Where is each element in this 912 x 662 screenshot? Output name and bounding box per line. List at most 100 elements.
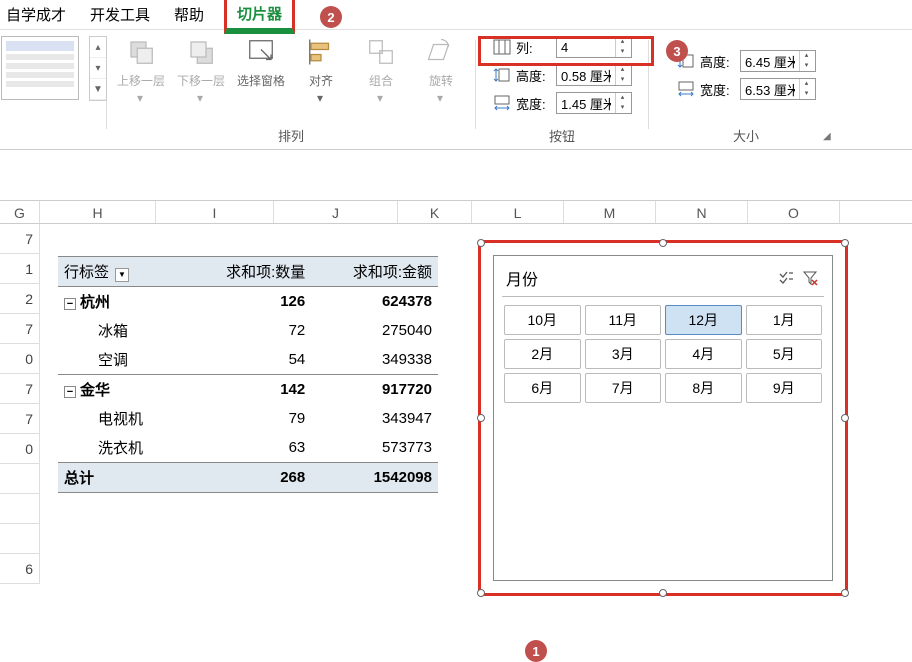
ribbon-group-styles: ▴ ▾ ▼ (4, 36, 104, 147)
row-header[interactable] (0, 464, 40, 494)
col-header[interactable]: J (274, 201, 398, 223)
resize-handle[interactable] (841, 414, 849, 422)
resize-handle[interactable] (841, 239, 849, 247)
chevron-up-icon[interactable]: ▴ (90, 37, 106, 58)
align-button[interactable]: 对齐▾ (295, 36, 347, 99)
pivot-header-qty: 求和项:数量 (185, 257, 312, 287)
selection-pane-icon (245, 36, 277, 68)
menu-bar: 自学成才 开发工具 帮助 切片器 (0, 0, 912, 30)
slicer-item[interactable]: 2月 (504, 339, 581, 369)
width-icon (676, 80, 696, 98)
group-label-size: 大小 (733, 124, 759, 147)
row-header[interactable]: 7 (0, 374, 40, 404)
group-label-arrange: 排列 (278, 124, 304, 147)
pivot-item-cell[interactable]: 洗衣机 (58, 433, 185, 463)
row-header[interactable]: 7 (0, 314, 40, 344)
row-header[interactable]: 1 (0, 254, 40, 284)
resize-handle[interactable] (659, 589, 667, 597)
pivot-table[interactable]: 行标签▼ 求和项:数量 求和项:金额 −杭州126624378 冰箱722750… (58, 256, 438, 493)
multi-select-icon[interactable] (776, 268, 796, 288)
slicer-item[interactable]: 3月 (585, 339, 662, 369)
pivot-group-cell[interactable]: −杭州 (58, 287, 185, 317)
filter-dropdown-icon[interactable]: ▼ (115, 268, 129, 282)
group-button[interactable]: 组合▾ (355, 36, 407, 99)
pivot-group-cell[interactable]: −金华 (58, 375, 185, 405)
rotate-button[interactable]: 旋转▾ (415, 36, 467, 99)
rotate-icon (425, 36, 457, 68)
columns-field: 列: ▴▾ (492, 36, 632, 58)
bring-forward-button[interactable]: 上移一层▾ (115, 36, 167, 99)
menu-item-0[interactable]: 自学成才 (2, 0, 70, 29)
row-header[interactable]: 2 (0, 284, 40, 314)
slicer-header: 月份 (502, 264, 824, 297)
slicer-item[interactable]: 11月 (585, 305, 662, 335)
col-header[interactable]: M (564, 201, 656, 223)
pivot-item-cell[interactable]: 电视机 (58, 404, 185, 433)
slicer-item[interactable]: 7月 (585, 373, 662, 403)
pivot-item-cell[interactable]: 空调 (58, 345, 185, 375)
worksheet[interactable]: G H I J K L M N O 7 1 2 7 0 7 7 0 6 行标签▼… (0, 200, 912, 646)
size-width-input[interactable]: ▴▾ (740, 78, 816, 100)
menu-item-1[interactable]: 开发工具 (86, 0, 154, 29)
selection-pane-button[interactable]: 选择窗格 (235, 36, 287, 89)
slicer-item[interactable]: 5月 (746, 339, 823, 369)
slicer-item[interactable]: 12月 (665, 305, 742, 335)
menu-item-2[interactable]: 帮助 (170, 0, 208, 29)
col-header[interactable]: O (748, 201, 840, 223)
slicer-style-preview[interactable] (1, 36, 79, 100)
resize-handle[interactable] (841, 589, 849, 597)
pivot-header-amt: 求和项:金额 (311, 257, 438, 287)
column-headers: G H I J K L M N O (0, 200, 912, 224)
align-icon (305, 36, 337, 68)
row-header[interactable]: 7 (0, 224, 40, 254)
row-header[interactable] (0, 524, 40, 554)
dialog-launcher[interactable]: ◢ (823, 131, 837, 145)
button-width-input[interactable]: ▴▾ (556, 92, 632, 114)
chevron-down-icon[interactable]: ▾ (90, 58, 106, 79)
callout-2: 2 (320, 6, 342, 28)
slicer-item[interactable]: 9月 (746, 373, 823, 403)
slicer-item[interactable]: 6月 (504, 373, 581, 403)
ribbon-group-arrange: 上移一层▾ 下移一层▾ 选择窗格 对齐▾ 组合▾ 旋转▾ (109, 36, 473, 147)
slicer-item[interactable]: 4月 (665, 339, 742, 369)
ribbon: ▴ ▾ ▼ 上移一层▾ 下移一层▾ 选择窗格 对齐▾ (0, 30, 912, 150)
slicer-title: 月份 (506, 266, 538, 290)
pivot-header-rowlabels[interactable]: 行标签▼ (58, 257, 185, 287)
more-icon[interactable]: ▼ (90, 79, 106, 100)
resize-handle[interactable] (477, 414, 485, 422)
button-height-input[interactable]: ▴▾ (556, 64, 632, 86)
group-icon (365, 36, 397, 68)
columns-input[interactable]: ▴▾ (556, 36, 632, 58)
size-height-input[interactable]: ▴▾ (740, 50, 816, 72)
send-backward-icon (185, 36, 217, 68)
callout-1: 1 (525, 640, 547, 662)
row-header[interactable]: 0 (0, 344, 40, 374)
resize-handle[interactable] (477, 239, 485, 247)
slicer-items: 10月11月12月1月 2月3月4月5月 6月7月8月9月 (502, 297, 824, 411)
send-backward-button[interactable]: 下移一层▾ (175, 36, 227, 99)
resize-handle[interactable] (659, 239, 667, 247)
menu-item-slicer[interactable]: 切片器 (224, 0, 295, 34)
col-header[interactable]: I (156, 201, 274, 223)
pivot-total-label: 总计 (58, 463, 185, 493)
col-header[interactable]: G (0, 201, 40, 223)
callout-3: 3 (666, 40, 688, 62)
col-header[interactable]: K (398, 201, 472, 223)
resize-handle[interactable] (477, 589, 485, 597)
clear-filter-icon[interactable] (800, 268, 820, 288)
slicer-item[interactable]: 10月 (504, 305, 581, 335)
slicer[interactable]: 月份 10月11月12月1月 2月3月4月5月 6月7月8月9月 (493, 255, 833, 581)
col-header[interactable]: N (656, 201, 748, 223)
row-header[interactable]: 6 (0, 554, 40, 584)
col-header[interactable]: L (472, 201, 564, 223)
row-header[interactable]: 7 (0, 404, 40, 434)
pivot-item-cell[interactable]: 冰箱 (58, 316, 185, 345)
row-header[interactable]: 0 (0, 434, 40, 464)
row-header[interactable] (0, 494, 40, 524)
slicer-item[interactable]: 1月 (746, 305, 823, 335)
collapse-icon[interactable]: − (64, 298, 76, 310)
slicer-item[interactable]: 8月 (665, 373, 742, 403)
slicer-style-dropdown[interactable]: ▴ ▾ ▼ (89, 36, 107, 101)
col-header[interactable]: H (40, 201, 156, 223)
collapse-icon[interactable]: − (64, 386, 76, 398)
